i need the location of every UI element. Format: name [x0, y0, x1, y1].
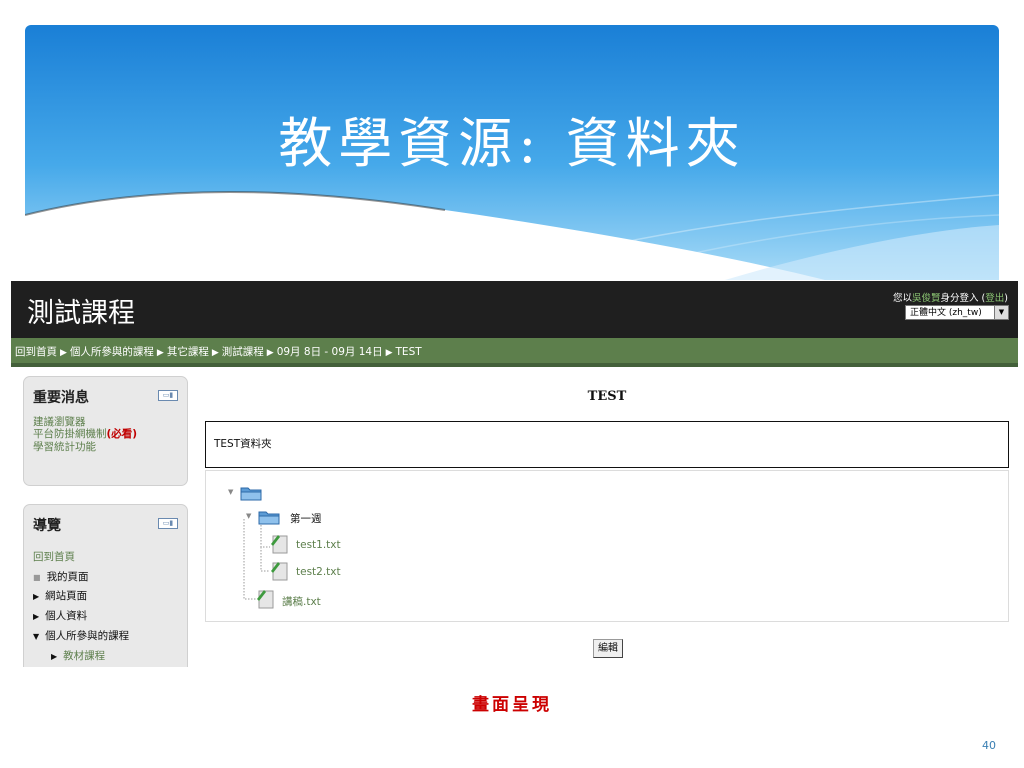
nav-item[interactable]: ■ 我的頁面 — [33, 569, 89, 584]
folder-title: TEST — [587, 389, 627, 404]
file-item[interactable]: test2.txt — [270, 561, 390, 583]
file-label: 講稿.txt — [282, 596, 321, 608]
breadcrumb-item[interactable]: 回到首頁 — [15, 346, 57, 358]
breadcrumb-item[interactable]: 其它課程 — [167, 346, 209, 358]
chevron-down-icon: ▼ — [994, 306, 1008, 319]
news-block-title: 重要消息 — [33, 390, 89, 406]
block-collapse-icon[interactable]: ▭▮ — [158, 390, 178, 401]
nav-item[interactable]: ▶ 教材課程 — [51, 648, 105, 663]
breadcrumb-separator-icon: ▶ — [385, 348, 393, 358]
breadcrumb: 回到首頁 ▶ 個人所參與的課程 ▶ 其它課程 ▶ 測試課程 ▶ 09月 8日 - 09月 14日… — [15, 344, 422, 359]
nav-item[interactable]: ▼ 個人所參與的課程 — [33, 628, 129, 643]
folder-icon — [240, 487, 262, 501]
expand-arrow-icon: ▶ — [33, 612, 40, 621]
news-block: 重要消息 ▭▮ 建議瀏覽器 平台防掛網機制(必看) 學習統計功能 — [23, 376, 188, 486]
course-title: 測試課程 — [27, 298, 135, 329]
slide-banner: 教學資源: 資料夾 — [25, 25, 999, 280]
file-icon — [257, 590, 274, 609]
login-info: 您以吳俊賢身分登入 (登出) — [893, 293, 1008, 304]
language-value: 正體中文 (zh_tw) — [910, 308, 982, 318]
slide-caption: 畫面呈現 — [472, 695, 552, 715]
breadcrumb-item[interactable]: 09月 8日 - 09月 14日 — [277, 346, 383, 358]
breadcrumb-bar: 回到首頁 ▶ 個人所參與的課程 ▶ 其它課程 ▶ 測試課程 ▶ 09月 8日 - 09月 14日… — [11, 338, 1018, 367]
breadcrumb-separator-icon: ▶ — [60, 348, 67, 358]
file-icon — [271, 562, 288, 581]
folder-tree: ▼ ▼ 第一週 test1.txt test2.txt 講稿.txt — [205, 470, 1009, 622]
must-read-label: (必看) — [106, 428, 138, 440]
breadcrumb-item[interactable]: 測試課程 — [222, 346, 264, 358]
logout-link[interactable]: 登出 — [985, 293, 1004, 304]
nav-item[interactable]: ▶ 個人資料 — [33, 608, 87, 623]
expand-arrow-icon: ▶ — [33, 592, 40, 601]
course-header: 測試課程 您以吳俊賢身分登入 (登出) 正體中文 (zh_tw) ▼ — [11, 281, 1018, 338]
folder-icon — [258, 511, 280, 525]
file-icon — [271, 535, 288, 554]
collapse-arrow-icon: ▼ — [246, 512, 252, 520]
edit-button[interactable]: 編輯 — [593, 639, 623, 658]
file-label: test1.txt — [296, 539, 341, 551]
breadcrumb-separator-icon: ▶ — [266, 348, 274, 358]
file-item[interactable]: 講稿.txt — [256, 589, 376, 611]
expand-arrow-icon: ▶ — [51, 652, 58, 661]
user-link[interactable]: 吳俊賢 — [912, 293, 941, 304]
slide-title: 教學資源: 資料夾 — [278, 112, 746, 175]
breadcrumb-item-current: TEST — [395, 346, 422, 358]
file-item[interactable]: test1.txt — [270, 534, 390, 556]
breadcrumb-separator-icon: ▶ — [211, 348, 219, 358]
file-label: test2.txt — [296, 566, 341, 578]
bullet-icon: ■ — [33, 573, 41, 582]
collapse-arrow-icon: ▼ — [228, 488, 234, 496]
folder-description-box: TEST資料夾 — [205, 421, 1009, 468]
language-select[interactable]: 正體中文 (zh_tw) ▼ — [905, 305, 1009, 320]
folder-description: TEST資料夾 — [214, 438, 272, 450]
navigation-block: 導覽 ▭▮ 回到首頁 ■ 我的頁面 ▶ 網站頁面 ▶ 個人資料 ▼ 個人所參與的課程 ▶… — [23, 504, 188, 667]
nav-item[interactable]: ▶ 網站頁面 — [33, 588, 87, 603]
nav-home-link[interactable]: 回到首頁 — [33, 549, 75, 564]
collapse-arrow-icon: ▼ — [33, 632, 40, 641]
subfolder[interactable]: ▼ 第一週 — [246, 509, 366, 527]
subfolder-label: 第一週 — [290, 513, 322, 525]
news-link[interactable]: 學習統計功能 — [33, 439, 96, 454]
root-folder[interactable]: ▼ — [228, 485, 268, 503]
breadcrumb-separator-icon: ▶ — [156, 348, 164, 358]
navigation-block-title: 導覽 — [33, 518, 61, 534]
page-number: 40 — [982, 739, 996, 752]
moodle-screenshot: 測試課程 您以吳俊賢身分登入 (登出) 正體中文 (zh_tw) ▼ 回到首頁 ▶… — [11, 281, 1018, 667]
block-collapse-icon[interactable]: ▭▮ — [158, 518, 178, 529]
breadcrumb-item[interactable]: 個人所參與的課程 — [70, 346, 154, 358]
